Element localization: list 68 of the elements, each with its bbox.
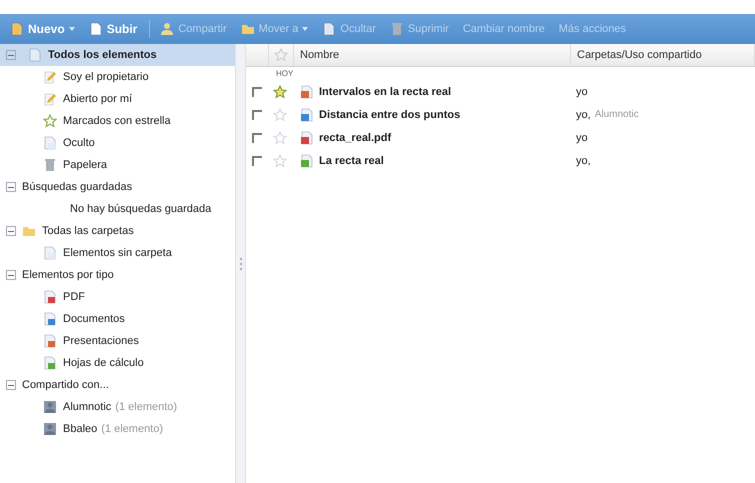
tree-item[interactable]: Alumnotic (1 elemento) [0, 396, 235, 418]
tree-item[interactable]: Presentaciones [0, 330, 235, 352]
folder-icon [22, 224, 36, 238]
owner-text: yo [576, 132, 588, 144]
folder-icon [240, 22, 255, 36]
tree-item[interactable]: Marcados con estrella [0, 110, 235, 132]
tree-item[interactable]: Oculto [0, 132, 235, 154]
file-icon [88, 22, 103, 36]
owner-text: yo [576, 86, 588, 98]
file-name[interactable]: La recta real [319, 154, 384, 166]
column-header[interactable]: Carpetas/Uso compartido [571, 44, 755, 66]
star-icon[interactable] [273, 84, 287, 98]
file-icon [43, 136, 57, 150]
checkbox[interactable] [252, 110, 262, 120]
tree-item[interactable]: Todos los elementos [0, 44, 235, 66]
shared-with-text: Alumnotic [594, 109, 639, 120]
tree-item[interactable]: Hojas de cálculo [0, 352, 235, 374]
checkbox[interactable] [252, 132, 262, 142]
tree-item[interactable]: Papelera [0, 154, 235, 176]
trash-icon [390, 22, 404, 36]
tree-item[interactable]: Bbaleo (1 elemento) [0, 418, 235, 440]
tree-item[interactable]: PDF [0, 286, 235, 308]
collapse-icon[interactable] [6, 270, 16, 280]
file-icon [43, 334, 57, 348]
file-icon [300, 130, 314, 144]
column-header[interactable]: Nombre [294, 44, 571, 66]
collapse-icon[interactable] [6, 182, 16, 192]
pencil-icon [43, 92, 57, 106]
file-icon [10, 22, 24, 36]
file-icon [300, 108, 314, 122]
splitter-handle[interactable] [235, 44, 246, 483]
tree-item[interactable]: Documentos [0, 308, 235, 330]
owner-text: yo, [576, 154, 591, 166]
pencil-icon [43, 70, 57, 84]
file-icon [43, 290, 57, 304]
tree-item[interactable]: Abierto por mí [0, 88, 235, 110]
tree-item[interactable]: Elementos sin carpeta [0, 242, 235, 264]
file-icon [43, 356, 57, 370]
person-icon [43, 422, 57, 436]
file-name[interactable]: Intervalos en la recta real [319, 86, 452, 98]
star-icon [43, 114, 57, 128]
person-icon [43, 400, 57, 414]
tree-item[interactable]: No hay búsquedas guardada [0, 198, 235, 220]
file-icon [300, 84, 314, 98]
collapse-icon[interactable] [6, 50, 16, 60]
person-icon [160, 22, 174, 36]
tree-item[interactable]: Soy el propietario [0, 66, 235, 88]
collapse-icon[interactable] [6, 226, 16, 236]
tree-item[interactable]: Compartido con... [0, 374, 235, 396]
file-icon [28, 48, 42, 62]
file-name[interactable]: recta_real.pdf [319, 132, 392, 144]
file-icon [43, 312, 57, 326]
item-count: (1 elemento) [115, 401, 178, 413]
file-icon [300, 154, 314, 168]
tree-item[interactable]: Todas las carpetas [0, 220, 235, 242]
checkbox[interactable] [252, 156, 262, 166]
owner-text: yo, [576, 108, 591, 120]
file-name[interactable]: Distancia entre dos puntos [319, 108, 460, 120]
star-icon [274, 48, 288, 62]
tree-item[interactable]: Elementos por tipo [0, 264, 235, 286]
group-label: HOY [275, 68, 294, 80]
tree-item[interactable]: Búsquedas guardadas [0, 176, 235, 198]
file-icon [43, 246, 57, 260]
file-icon [322, 22, 336, 36]
checkbox[interactable] [252, 86, 262, 96]
collapse-icon[interactable] [6, 380, 16, 390]
trash-icon [43, 158, 57, 172]
item-count: (1 elemento) [101, 423, 164, 435]
